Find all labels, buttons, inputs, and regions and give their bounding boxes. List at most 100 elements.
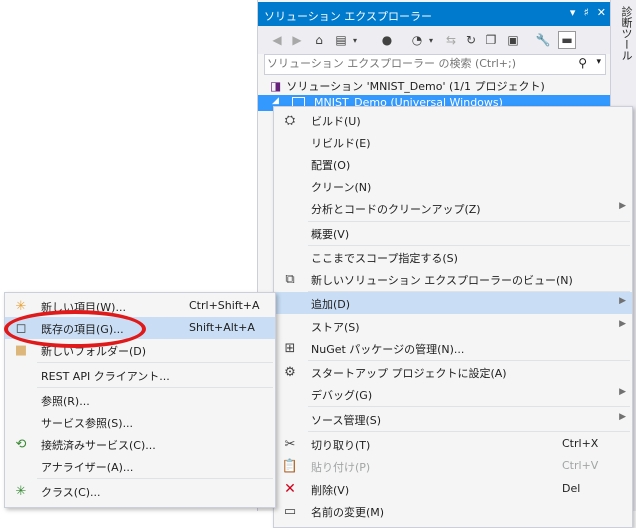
menu-item-analyzer[interactable]: アナライザー(A)... bbox=[5, 455, 275, 477]
menu-item-label: クラス(C)... bbox=[41, 486, 101, 499]
window-position-dropdown-icon[interactable]: ▾ bbox=[570, 6, 576, 19]
menu-item-label: 分析とコードのクリーンアップ(Z) bbox=[311, 203, 481, 216]
menu-separator bbox=[37, 387, 273, 388]
solution-explorer-title-bar: ソリューション エクスプローラー ▾ ♯ ✕ bbox=[258, 2, 610, 26]
tree-item-solution[interactable]: ◨ ソリューション 'MNIST_Demo' (1/1 プロジェクト) bbox=[270, 78, 545, 94]
paste-icon: 📋 bbox=[281, 458, 299, 474]
submenu-arrow-icon: ▶ bbox=[619, 296, 626, 306]
switch-views-dropdown-icon[interactable]: ▾ bbox=[346, 31, 364, 49]
nuget-icon: ⊞ bbox=[284, 340, 296, 356]
refresh-icon[interactable]: ↻ bbox=[462, 31, 480, 49]
menu-separator bbox=[308, 406, 630, 407]
menu-item-label: 新しいソリューション エクスプローラーのビュー(N) bbox=[311, 274, 573, 287]
menu-item-label: 切り取り(T) bbox=[311, 439, 371, 452]
menu-item-overview[interactable]: 概要(V) bbox=[274, 222, 632, 244]
pending-changes-dropdown-icon[interactable]: ▾ bbox=[422, 31, 440, 49]
submenu-arrow-icon: ▶ bbox=[619, 201, 626, 211]
menu-item-store[interactable]: ストア(S) ▶ bbox=[274, 315, 632, 337]
menu-item-label: 追加(D) bbox=[311, 298, 351, 311]
folder-icon: ■ bbox=[14, 342, 28, 358]
menu-item-label: 概要(V) bbox=[311, 228, 350, 241]
menu-item-debug[interactable]: デバッグ(G) ▶ bbox=[274, 383, 632, 405]
menu-item-build[interactable]: ⛭ ビルド(U) bbox=[274, 109, 632, 131]
menu-item-label: ここまでスコープ指定する(S) bbox=[311, 252, 458, 265]
new-view-icon: ⧉ bbox=[285, 271, 295, 287]
menu-item-label: 名前の変更(M) bbox=[311, 506, 385, 519]
visual-studio-solution-icon: ◨ bbox=[270, 79, 282, 93]
menu-item-label: サービス参照(S)... bbox=[41, 417, 134, 430]
menu-item-label: 貼り付け(P) bbox=[311, 461, 371, 474]
menu-item-deploy[interactable]: 配置(O) bbox=[274, 153, 632, 175]
auto-hide-pin-icon[interactable]: ♯ bbox=[583, 6, 588, 19]
sync-icon[interactable]: ⇆ bbox=[442, 31, 460, 49]
menu-item-analyze[interactable]: 分析とコードのクリーンアップ(Z) ▶ bbox=[274, 197, 632, 219]
menu-item-label: スタートアップ プロジェクトに設定(A) bbox=[311, 367, 507, 380]
menu-item-shortcut: Ctrl+X bbox=[562, 437, 599, 450]
properties-wrench-icon[interactable]: 🔧 bbox=[534, 31, 552, 49]
menu-item-label: 削除(V) bbox=[311, 484, 350, 497]
solution-explorer-title: ソリューション エクスプローラー bbox=[264, 10, 432, 23]
menu-item-shortcut: Ctrl+V bbox=[562, 459, 599, 472]
menu-item-label: リビルド(E) bbox=[311, 137, 371, 150]
search-options-dropdown-icon[interactable]: ▾ bbox=[596, 57, 601, 67]
menu-item-paste[interactable]: 📋 貼り付け(P) Ctrl+V bbox=[274, 455, 632, 477]
menu-item-label: NuGet パッケージの管理(N)... bbox=[311, 343, 465, 356]
solution-label: ソリューション 'MNIST_Demo' (1/1 プロジェクト) bbox=[286, 80, 545, 93]
menu-item-scope-to-this[interactable]: ここまでスコープ指定する(S) bbox=[274, 246, 632, 268]
globe-icon[interactable]: ● bbox=[378, 31, 396, 49]
menu-item-label: 参照(R)... bbox=[41, 395, 90, 408]
menu-item-label: 配置(O) bbox=[311, 159, 351, 172]
submenu-arrow-icon: ▶ bbox=[619, 412, 626, 422]
annotation-ellipse bbox=[4, 310, 146, 348]
show-all-files-icon[interactable]: ▣ bbox=[504, 31, 522, 49]
menu-item-clean[interactable]: クリーン(N) bbox=[274, 175, 632, 197]
menu-item-connected-service[interactable]: ⟲ 接続済みサービス(C)... bbox=[5, 433, 275, 455]
menu-item-shortcut: Shift+Alt+A bbox=[189, 321, 255, 334]
menu-item-add[interactable]: 追加(D) ▶ bbox=[274, 292, 632, 314]
class-icon: ✳ bbox=[15, 483, 27, 499]
menu-separator bbox=[37, 478, 273, 479]
home-icon[interactable]: ⌂ bbox=[310, 31, 328, 49]
menu-item-label: ストア(S) bbox=[311, 321, 360, 334]
diagnostic-tools-tab-label: 診断ツール bbox=[620, 6, 633, 61]
search-box: ⚲ ▾ bbox=[264, 54, 606, 75]
menu-item-rest-api-client[interactable]: REST API クライアント... bbox=[5, 364, 275, 386]
submenu-arrow-icon: ▶ bbox=[619, 387, 626, 397]
menu-item-delete[interactable]: ✕ 削除(V) Del bbox=[274, 478, 632, 500]
search-icon[interactable]: ⚲ bbox=[578, 56, 587, 70]
menu-item-label: 接続済みサービス(C)... bbox=[41, 439, 156, 452]
preview-selected-icon[interactable]: ▬ bbox=[558, 31, 576, 49]
submenu-arrow-icon: ▶ bbox=[619, 319, 626, 329]
menu-item-label: REST API クライアント... bbox=[41, 370, 170, 383]
scissors-icon: ✂ bbox=[284, 436, 296, 452]
menu-item-nuget[interactable]: ⊞ NuGet パッケージの管理(N)... bbox=[274, 337, 632, 359]
forward-icon[interactable]: ▶ bbox=[288, 31, 306, 49]
menu-item-service-reference[interactable]: サービス参照(S)... bbox=[5, 411, 275, 433]
project-context-menu: ⛭ ビルド(U) リビルド(E) 配置(O) クリーン(N) 分析とコードのクリ… bbox=[273, 106, 633, 528]
menu-item-label: アナライザー(A)... bbox=[41, 461, 134, 474]
menu-item-rebuild[interactable]: リビルド(E) bbox=[274, 131, 632, 153]
gear-icon: ⚙ bbox=[284, 364, 296, 380]
expand-arrow-icon[interactable]: ◢ bbox=[272, 96, 279, 106]
menu-item-class[interactable]: ✳ クラス(C)... bbox=[5, 480, 275, 502]
menu-item-shortcut: Del bbox=[562, 482, 581, 495]
menu-item-set-startup[interactable]: ⚙ スタートアップ プロジェクトに設定(A) bbox=[274, 361, 632, 383]
menu-item-source-control[interactable]: ソース管理(S) ▶ bbox=[274, 408, 632, 430]
collapse-all-icon[interactable]: ❐ bbox=[482, 31, 500, 49]
menu-item-label: ソース管理(S) bbox=[311, 414, 382, 427]
search-input[interactable] bbox=[267, 56, 567, 71]
menu-item-label: デバッグ(G) bbox=[311, 389, 373, 402]
menu-item-cut[interactable]: ✂ 切り取り(T) Ctrl+X bbox=[274, 433, 632, 455]
menu-item-new-explorer-view[interactable]: ⧉ 新しいソリューション エクスプローラーのビュー(N) bbox=[274, 268, 632, 290]
delete-x-icon: ✕ bbox=[284, 481, 296, 497]
new-item-icon: ✳ bbox=[15, 298, 27, 314]
back-icon[interactable]: ◀ bbox=[268, 31, 286, 49]
menu-item-rename[interactable]: ▭ 名前の変更(M) bbox=[274, 500, 632, 522]
menu-separator bbox=[37, 362, 273, 363]
menu-item-reference[interactable]: 参照(R)... bbox=[5, 389, 275, 411]
rename-icon: ▭ bbox=[283, 503, 297, 519]
build-icon: ⛭ bbox=[284, 112, 296, 128]
close-icon[interactable]: ✕ bbox=[597, 6, 606, 19]
menu-item-shortcut: Ctrl+Shift+A bbox=[189, 299, 260, 312]
menu-item-label: クリーン(N) bbox=[311, 181, 372, 194]
